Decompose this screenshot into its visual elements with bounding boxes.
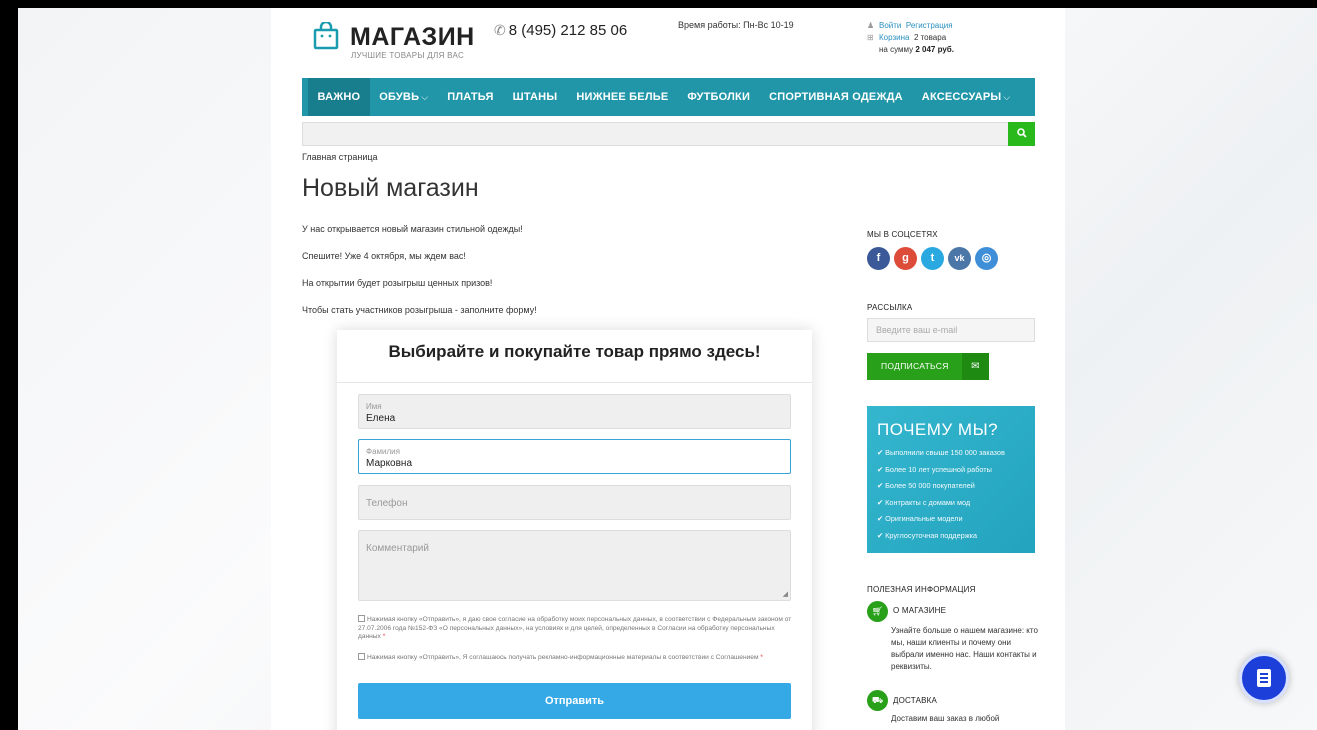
comment-field[interactable]: Комментарий ◢ — [358, 530, 791, 601]
form-title: Выбирайте и покупайте товар прямо здесь! — [388, 342, 761, 361]
logo-subtitle: ЛУЧШИЕ ТОВАРЫ ДЛЯ ВАС — [351, 51, 465, 60]
divider — [337, 382, 812, 383]
phone-icon: ✆ — [494, 22, 506, 38]
nav-item-label: ОБУВЬ — [379, 91, 420, 103]
chat-button[interactable] — [1239, 653, 1289, 703]
why-us-item: ✔ Более 50 000 покупателей — [877, 481, 975, 490]
envelope-icon: ✉ — [962, 353, 989, 380]
why-us-item: ✔ Оригинальные модели — [877, 514, 963, 523]
required-mark: * — [760, 654, 763, 661]
about-title[interactable]: О МАГАЗИНЕ — [893, 606, 946, 615]
delivery-text: Доставим ваш заказ в любой — [891, 714, 1000, 723]
nav-item-label: ФУТБОЛКИ — [687, 91, 751, 103]
page-container: МАГАЗИН ЛУЧШИЕ ТОВАРЫ ДЛЯ ВАС ✆ 8 (495) 2… — [271, 8, 1065, 730]
why-us-title: ПОЧЕМУ МЫ? — [877, 420, 999, 439]
search-icon — [1016, 128, 1027, 138]
consent-checkbox[interactable] — [358, 653, 365, 660]
subscribe-button[interactable]: ПОДПИСАТЬСЯ ✉ — [867, 353, 989, 380]
delivery-title[interactable]: ДОСТАВКА — [893, 696, 937, 705]
nav-item-dresses[interactable]: ПЛАТЬЯ — [438, 78, 503, 116]
nav-item-label: ВАЖНО — [317, 91, 361, 103]
cart-icon: ⊞ — [867, 33, 874, 42]
logo[interactable]: МАГАЗИН ЛУЧШИЕ ТОВАРЫ ДЛЯ ВАС — [313, 20, 475, 64]
nav-item-important[interactable]: ВАЖНО — [308, 78, 370, 116]
social-title: МЫ В СОЦСЕТЯХ — [867, 230, 938, 239]
email-field[interactable]: Введите ваш e-mail — [867, 318, 1035, 342]
name-label: Имя — [366, 402, 382, 411]
why-us-item: ✔ Более 10 лет успешной работы — [877, 464, 992, 474]
user-icon: ♟ — [867, 21, 875, 30]
chevron-down-icon: ⌵ — [1003, 92, 1011, 102]
surname-field[interactable]: Фамилия Марковна — [358, 439, 791, 474]
nav-item-label: АКСЕССУАРЫ — [921, 91, 1002, 103]
paragraph: У нас открывается новый магазин стильной… — [302, 224, 523, 234]
subscribe-label: ПОДПИСАТЬСЯ — [881, 361, 949, 371]
user-links: ♟ Войти Регистрация ⊞ Корзина 2 товара на … — [867, 20, 954, 56]
surname-value: Марковна — [366, 458, 413, 469]
cart-icon: 🛒︎ — [867, 601, 888, 622]
document-icon — [1257, 669, 1271, 687]
breadcrumb[interactable]: Главная страница — [302, 152, 378, 162]
instagram-icon[interactable]: ◎ — [975, 247, 998, 270]
twitter-icon[interactable]: t — [921, 247, 944, 270]
surname-label: Фамилия — [366, 447, 400, 456]
nav-item-tshirts[interactable]: ФУТБОЛКИ — [678, 78, 760, 116]
name-field[interactable]: Имя Елена — [358, 394, 791, 429]
paragraph: Чтобы стать участников розыгрыша - запол… — [302, 305, 537, 315]
name-value: Елена — [366, 413, 396, 424]
paragraph: Спешите! Уже 4 октября, мы ждем вас! — [302, 251, 466, 261]
phone-field[interactable]: Телефон — [358, 485, 791, 520]
submit-button[interactable]: Отправить — [358, 683, 791, 719]
paragraph: На открытии будет розыгрыш ценных призов… — [302, 278, 493, 288]
phone-number: 8 (495) 212 85 06 — [508, 22, 628, 39]
about-text: Узнайте больше о нашем магазине: кто мы,… — [891, 626, 1038, 671]
why-us-item: ✔ Круглосуточная поддержка — [877, 530, 978, 540]
shopping-bag-icon — [313, 22, 339, 50]
phone-placeholder: Телефон — [366, 498, 408, 509]
consent-text: Нажимая кнопку «Отправить», Я соглашаюсь… — [367, 654, 759, 661]
truck-icon: ⛟ — [867, 690, 888, 711]
cart-sum: 2 047 руб. — [915, 45, 954, 54]
consent-text: Нажимая кнопку «Отправить», я даю свое с… — [358, 616, 792, 640]
comment-placeholder: Комментарий — [366, 543, 429, 554]
consent-advertising: Нажимая кнопку «Отправить», Я соглашаюсь… — [358, 653, 794, 663]
nav-item-label: СПОРТИВНАЯ ОДЕЖДА — [769, 91, 903, 103]
why-us-item: ✔ Контракты с домами мод — [877, 497, 971, 507]
why-us-banner[interactable]: ПОЧЕМУ МЫ? ✔ Выполнили свыше 150 000 зак… — [867, 406, 1035, 553]
why-us-item: ✔ Выполнили свыше 150 000 заказов — [877, 448, 1005, 457]
working-hours: Время работы: Пн-Вс 10-19 — [678, 20, 794, 30]
consent-checkbox[interactable] — [358, 615, 365, 622]
required-mark: * — [382, 633, 386, 640]
social-links: f g t vk ◎ — [867, 247, 998, 270]
page-title: Новый магазин — [302, 174, 479, 202]
nav-item-underwear[interactable]: НИЖНЕЕ БЕЛЬЕ — [567, 78, 678, 116]
header-phone[interactable]: ✆ 8 (495) 212 85 06 — [494, 22, 627, 39]
register-link[interactable]: Регистрация — [906, 21, 953, 30]
resize-handle-icon[interactable]: ◢ — [783, 590, 788, 598]
logo-title: МАГАЗИН — [350, 23, 475, 51]
consent-personal-data: Нажимая кнопку «Отправить», я даю свое с… — [358, 615, 794, 642]
nav-item-accessories[interactable]: АКСЕССУАРЫ ⌵ — [912, 78, 1020, 116]
nav-item-label: ПЛАТЬЯ — [447, 91, 494, 103]
nav-item-label: ШТАНЫ — [512, 91, 558, 103]
order-form: Выбирайте и покупайте товар прямо здесь!… — [337, 330, 812, 730]
login-link[interactable]: Войти — [879, 21, 901, 30]
main-nav: ВАЖНО ОБУВЬ ⌵ ПЛАТЬЯ ШТАНЫ НИЖНЕЕ БЕЛЬЕ Ф… — [302, 78, 1035, 116]
cart-count: 2 товара — [913, 33, 947, 42]
cart-sum-prefix: на сумму — [879, 45, 914, 54]
nav-item-shoes[interactable]: ОБУВЬ ⌵ — [370, 78, 438, 116]
vk-icon[interactable]: vk — [948, 247, 971, 270]
nav-item-pants[interactable]: ШТАНЫ — [503, 78, 567, 116]
google-plus-icon[interactable]: g — [894, 247, 917, 270]
cart-link[interactable]: Корзина — [879, 33, 909, 42]
useful-info-title: ПОЛЕЗНАЯ ИНФОРМАЦИЯ — [867, 585, 976, 594]
nav-item-sportswear[interactable]: СПОРТИВНАЯ ОДЕЖДА — [760, 78, 913, 116]
newsletter-title: РАССЫЛКА — [867, 303, 913, 312]
facebook-icon[interactable]: f — [867, 247, 890, 270]
nav-item-label: НИЖНЕЕ БЕЛЬЕ — [576, 91, 669, 103]
search-input[interactable] — [302, 122, 1035, 146]
chevron-down-icon: ⌵ — [421, 92, 429, 102]
search-button[interactable] — [1008, 122, 1035, 146]
